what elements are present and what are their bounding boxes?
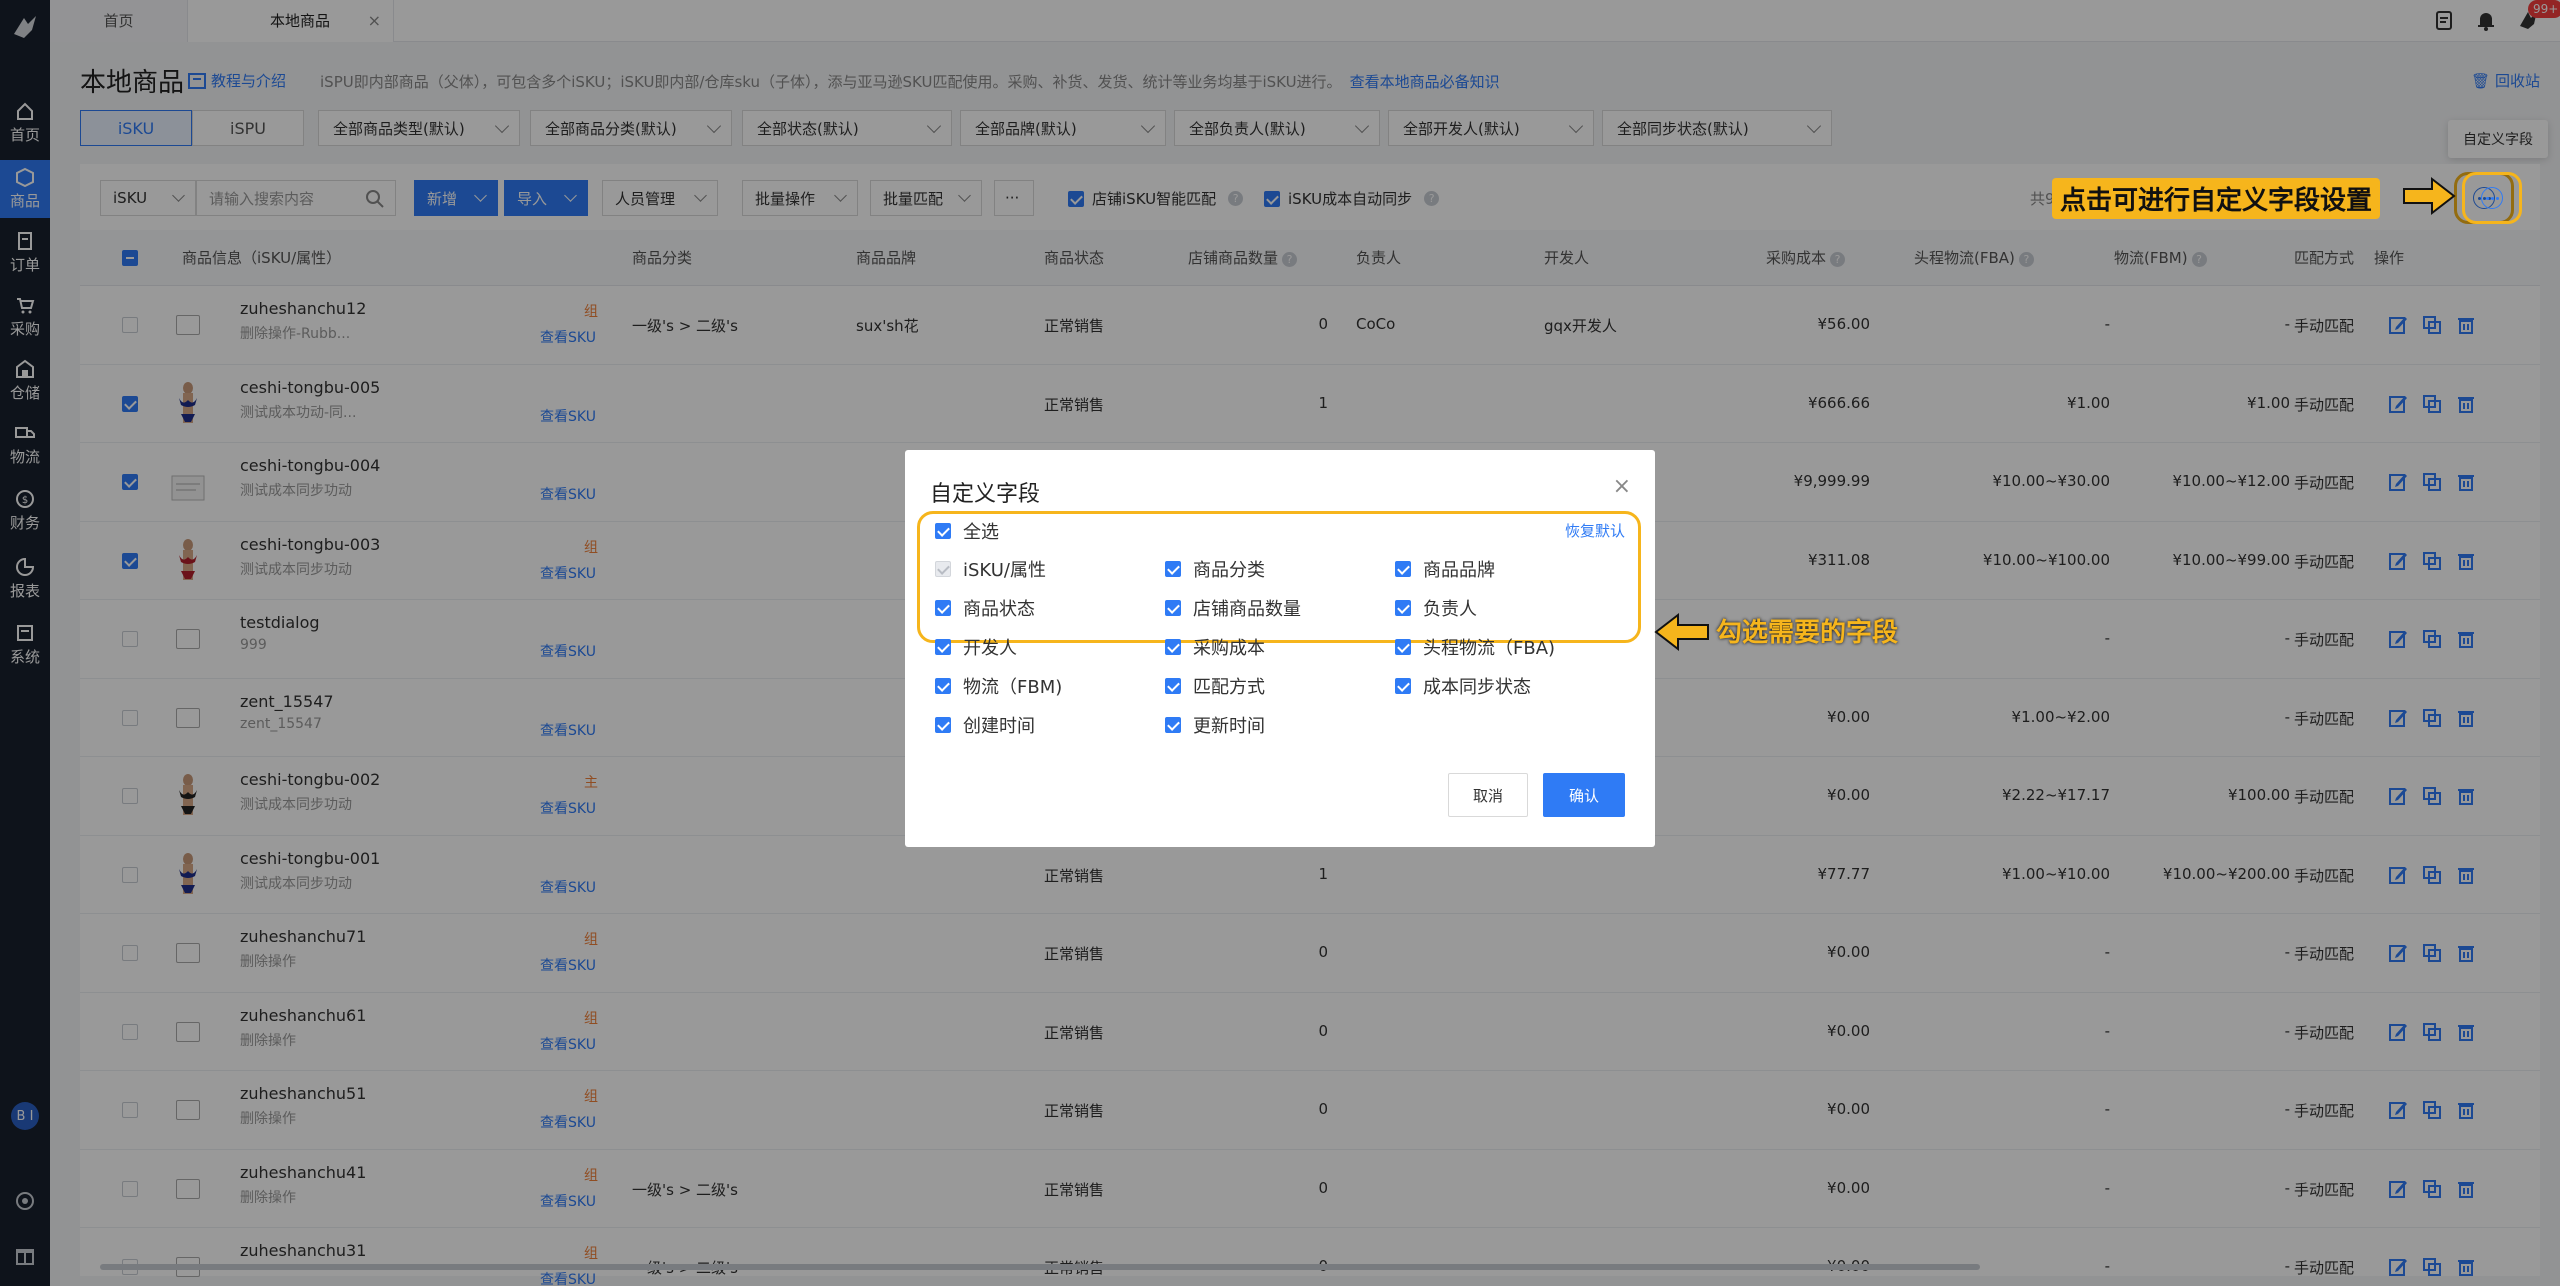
arrow-left-icon xyxy=(1654,612,1709,652)
annotation-check-fields: 勾选需要的字段 xyxy=(1716,618,1899,648)
field-option-label: 更新时间 xyxy=(1193,716,1265,737)
field-option-label: 店铺商品数量 xyxy=(1193,599,1301,620)
checkbox-icon xyxy=(1395,639,1411,655)
field-option[interactable]: 采购成本 xyxy=(1165,634,1265,660)
field-option-label: 商品状态 xyxy=(963,599,1035,620)
more-icon xyxy=(2481,187,2503,209)
field-option-label: 创建时间 xyxy=(963,716,1035,737)
field-option-label: 头程物流（FBA) xyxy=(1423,638,1556,659)
annotation-custom-field: 点击可进行自定义字段设置 xyxy=(2052,178,2381,219)
field-option-label: 负责人 xyxy=(1423,599,1477,620)
dialog-title: 自定义字段 xyxy=(930,482,1041,507)
checkbox-icon xyxy=(1165,678,1181,694)
cancel-button[interactable]: 取消 xyxy=(1448,773,1528,817)
field-option[interactable]: 物流（FBM) xyxy=(935,673,1062,699)
checkbox-icon xyxy=(1395,678,1411,694)
field-option-label: iSKU/属性 xyxy=(963,560,1046,581)
field-option[interactable]: 匹配方式 xyxy=(1165,673,1265,699)
checkbox-icon xyxy=(1165,600,1181,616)
field-option-label: 匹配方式 xyxy=(1193,677,1265,698)
field-option-label: 采购成本 xyxy=(1193,638,1265,659)
field-option[interactable]: 商品分类 xyxy=(1165,556,1265,582)
field-option[interactable]: 店铺商品数量 xyxy=(1165,595,1301,621)
field-option[interactable]: 头程物流（FBA) xyxy=(1395,634,1555,660)
field-option[interactable]: 成本同步状态 xyxy=(1395,673,1531,699)
checkbox-icon xyxy=(935,717,951,733)
checkbox-icon xyxy=(935,639,951,655)
field-option: iSKU/属性 xyxy=(935,556,1046,582)
field-option-label: 商品分类 xyxy=(1193,560,1265,581)
checkbox-icon xyxy=(1165,717,1181,733)
arrow-right-icon xyxy=(2403,176,2456,216)
field-option[interactable]: 负责人 xyxy=(1395,595,1477,621)
field-option-label: 成本同步状态 xyxy=(1423,677,1531,698)
custom-field-dialog: 自定义字段 × 全选 恢复默认 iSKU/属性 商品分类 商品品牌商品状态 店铺商品数… xyxy=(905,450,1655,847)
checkbox-icon xyxy=(935,678,951,694)
field-option-label: 开发人 xyxy=(963,638,1017,659)
field-option[interactable]: 创建时间 xyxy=(935,712,1035,738)
field-option-label: 商品品牌 xyxy=(1423,560,1495,581)
field-option[interactable]: 开发人 xyxy=(935,634,1017,660)
checkbox-icon xyxy=(935,600,951,616)
checkbox-icon xyxy=(1395,600,1411,616)
close-icon[interactable]: × xyxy=(1613,474,1631,499)
field-option[interactable]: 商品状态 xyxy=(935,595,1035,621)
confirm-button[interactable]: 确认 xyxy=(1543,773,1625,817)
field-option-label: 物流（FBM) xyxy=(963,677,1063,698)
select-all-option[interactable]: 全选 xyxy=(935,518,999,544)
checkbox-icon xyxy=(1395,561,1411,577)
checkbox-icon xyxy=(1165,639,1181,655)
field-option[interactable]: 商品品牌 xyxy=(1395,556,1495,582)
checkbox-icon xyxy=(935,523,951,539)
checkbox-icon xyxy=(935,561,951,577)
custom-field-button-highlight[interactable] xyxy=(2462,172,2522,224)
field-option[interactable]: 更新时间 xyxy=(1165,712,1265,738)
checkbox-icon xyxy=(1165,561,1181,577)
restore-default-link[interactable]: 恢复默认 xyxy=(1565,520,1625,541)
select-all-label: 全选 xyxy=(963,522,999,543)
